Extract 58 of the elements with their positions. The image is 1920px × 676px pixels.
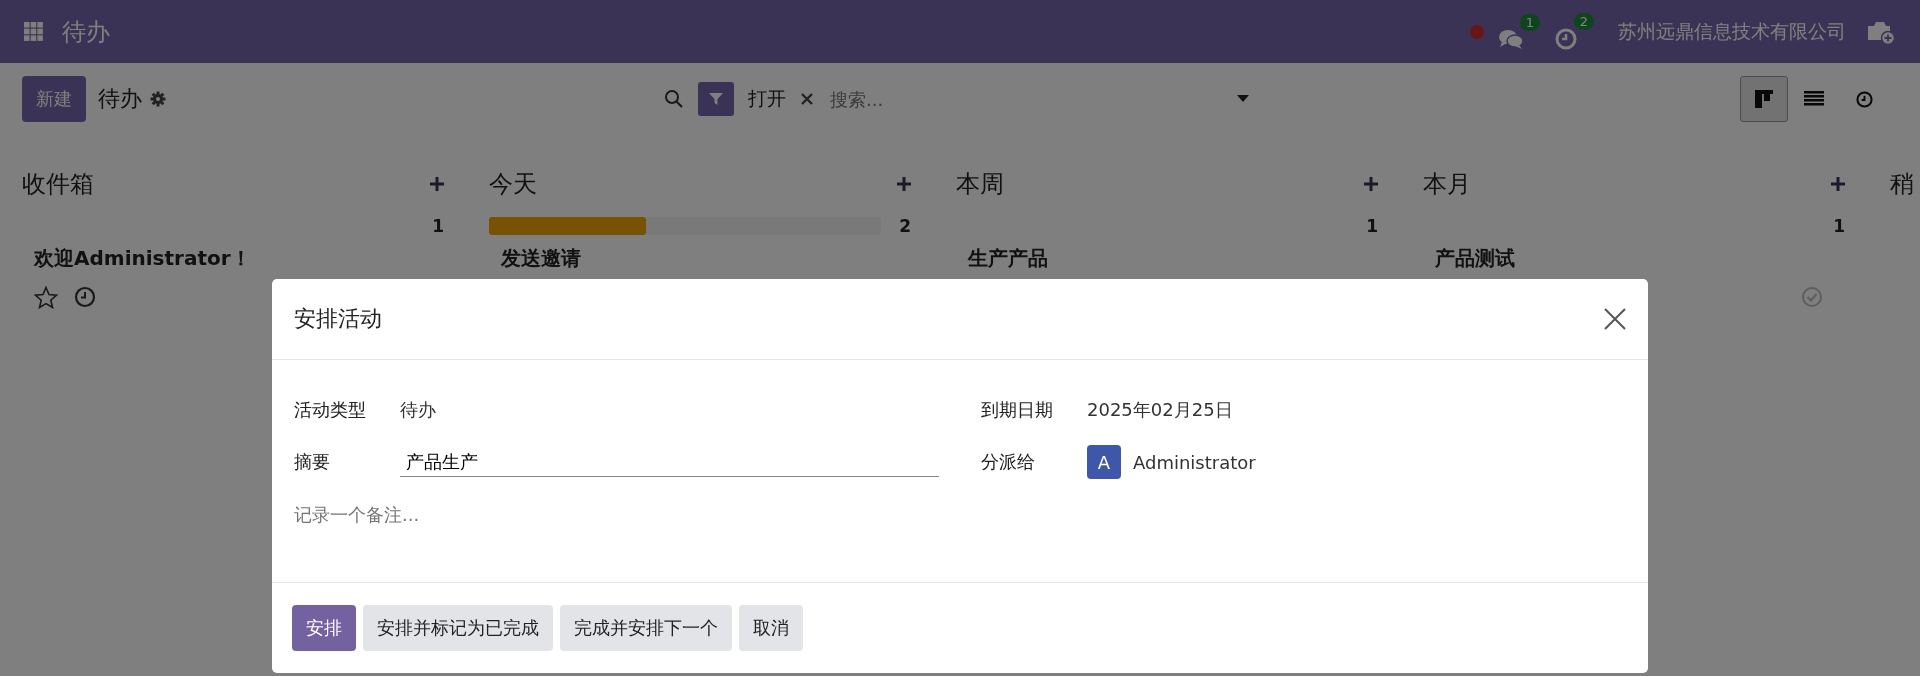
notification-badge: 2 [1573, 12, 1594, 30]
card-title: 欢迎Administrator！ [34, 246, 251, 270]
new-button[interactable]: 新建 [22, 76, 86, 122]
card-title: 生产产品 [968, 246, 1048, 270]
kanban-card[interactable]: 产品测试 [1423, 245, 1845, 355]
dialog-button[interactable]: 安排并标记为已完成 [363, 605, 553, 651]
close-icon[interactable] [1604, 308, 1626, 330]
kanban-icon [1755, 90, 1773, 108]
messages-indicator[interactable]: 1 [1498, 13, 1540, 50]
activities-indicator[interactable]: 2 [1554, 12, 1594, 51]
add-icon[interactable] [430, 177, 444, 191]
field-label: 活动类型 [294, 398, 367, 422]
company-name[interactable]: 苏州远鼎信息技术有限公司 [1618, 18, 1846, 45]
add-icon[interactable] [897, 177, 911, 191]
field-label: 分派给 [981, 450, 1036, 474]
star-icon[interactable] [34, 286, 58, 309]
view-switch-button[interactable] [1740, 76, 1788, 122]
add-icon[interactable] [1831, 177, 1845, 191]
record-count: 2 [899, 216, 911, 236]
column-title: 今天 [489, 169, 537, 200]
field-value[interactable]: 2025年02月25日 [1087, 398, 1233, 422]
list-icon [1804, 91, 1824, 107]
filter-facet-icon [698, 82, 734, 116]
assignee-value[interactable]: Administrator [1133, 451, 1256, 473]
app-title[interactable]: 待办 [62, 15, 110, 48]
search-field[interactable]: 搜索... [828, 87, 1222, 111]
column-title: 收件箱 [22, 169, 94, 200]
column-title: 本月 [1423, 169, 1471, 200]
check-circle-icon[interactable] [1801, 286, 1823, 308]
card-title: 产品测试 [1435, 246, 1515, 270]
field-value[interactable]: 待办 [400, 398, 436, 422]
search-icon[interactable] [664, 89, 684, 109]
field-label: 摘要 [294, 450, 331, 474]
column-title: 稍 [1890, 169, 1914, 200]
settings-icon[interactable] [150, 91, 166, 107]
card-title: 发送邀请 [501, 246, 581, 270]
dialog-button[interactable]: 完成并安排下一个 [560, 605, 732, 651]
apps-grid-icon[interactable] [24, 21, 44, 42]
clock-icon [1554, 26, 1578, 51]
clock-icon [1855, 90, 1873, 108]
dialog-title: 安排活动 [294, 305, 382, 333]
filter-facet: 打开 [748, 86, 786, 111]
column-title: 本周 [956, 169, 1004, 200]
record-count: 1 [1833, 216, 1845, 236]
record-count: 1 [432, 216, 444, 236]
status-dot-icon [1470, 24, 1484, 39]
dialog-button[interactable]: 取消 [739, 605, 803, 651]
notification-badge: 1 [1519, 13, 1540, 31]
field-label: 到期日期 [981, 398, 1054, 422]
dialog-button[interactable]: 安排 [292, 605, 356, 651]
remove-facet-icon[interactable] [800, 92, 814, 106]
clock-icon[interactable] [74, 286, 96, 308]
record-count: 1 [1366, 216, 1378, 236]
chat-bubbles-icon [1498, 27, 1524, 50]
user-avatar: A [1087, 445, 1121, 479]
add-icon[interactable] [1364, 177, 1378, 191]
caret-icon[interactable] [1236, 95, 1250, 103]
page-title: 待办 [98, 85, 142, 113]
